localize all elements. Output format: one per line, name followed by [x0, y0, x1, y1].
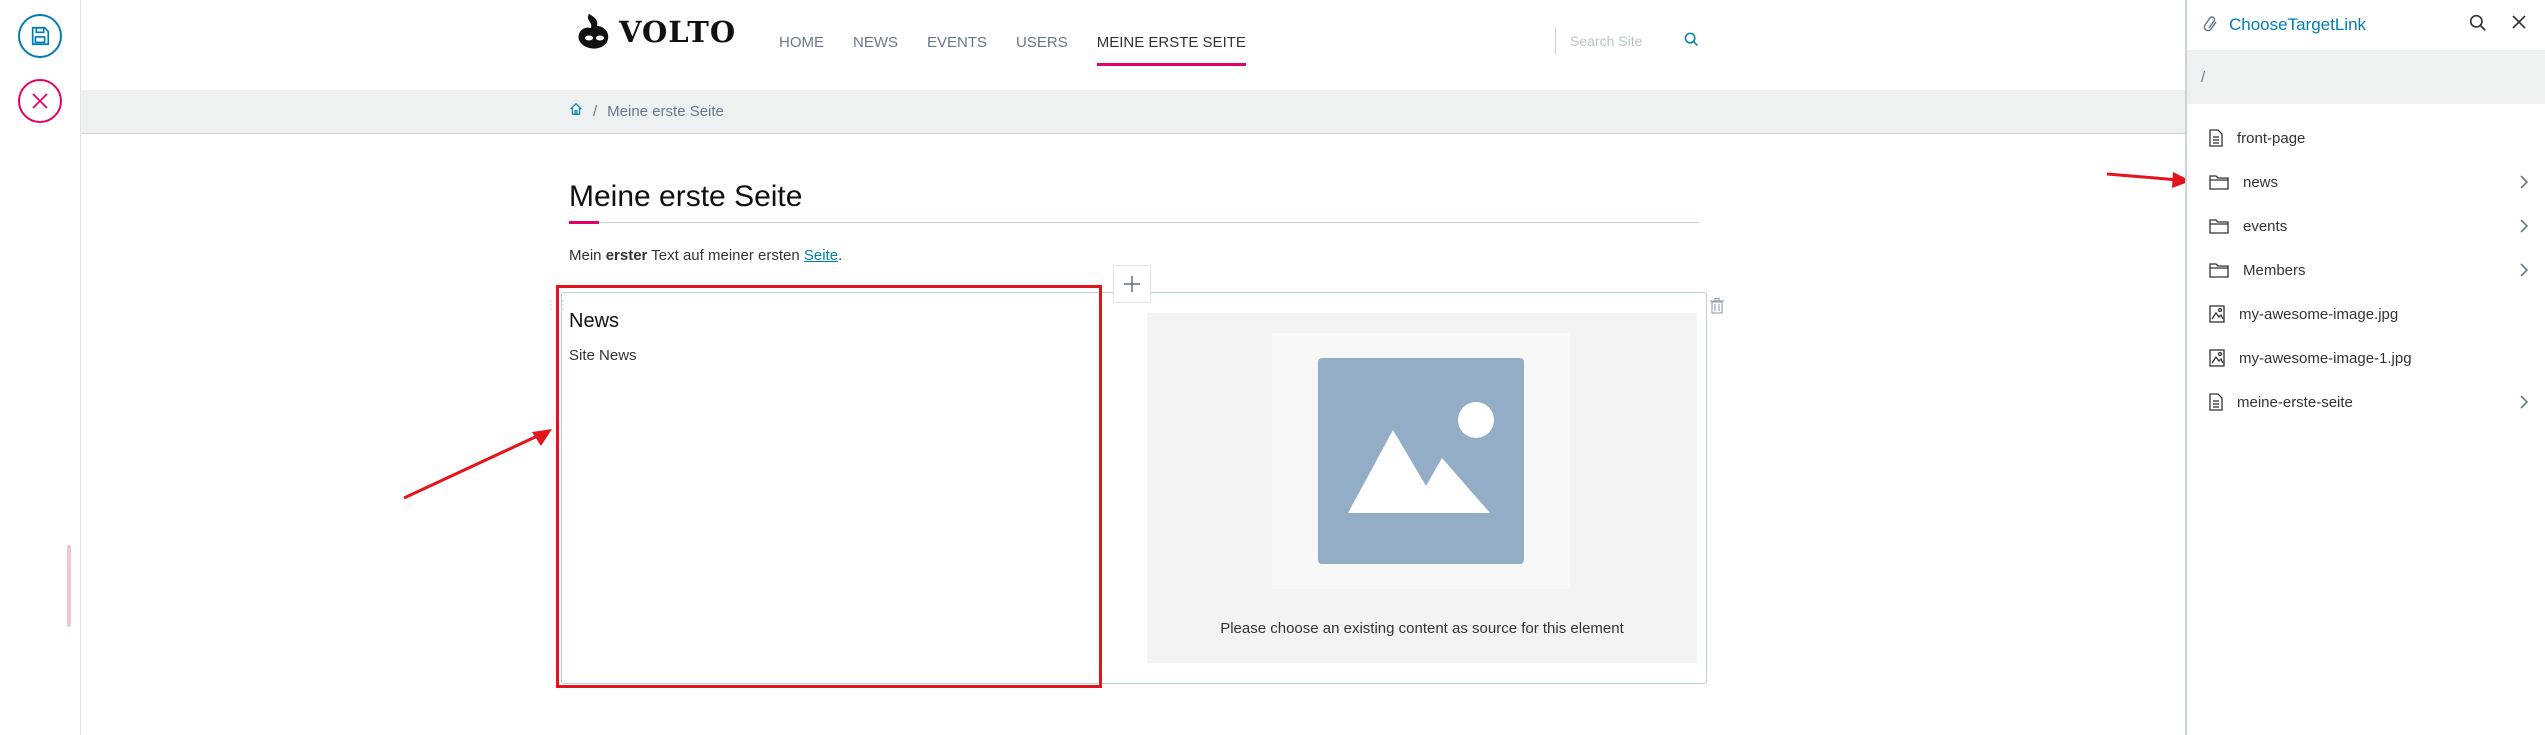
sidebar-title: ChooseTargetLink — [2229, 15, 2367, 34]
text-block-link[interactable]: Seite — [804, 247, 838, 264]
annotation-arrow-right — [2106, 172, 2191, 188]
sidebar-item-my-awesome-image[interactable]: my-awesome-image.jpg — [2187, 292, 2545, 336]
main-navigation: HOME NEWS EVENTS USERS MEINE ERSTE SEITE — [779, 20, 1275, 66]
sidebar-current-path: / — [2187, 50, 2545, 104]
sidebar-item-list: front-page news events Members my-awesom… — [2187, 104, 2545, 424]
nav-item-meine-erste-seite[interactable]: MEINE ERSTE SEITE — [1096, 20, 1246, 66]
save-button[interactable] — [18, 14, 62, 58]
close-icon — [2512, 15, 2526, 29]
drag-handle-icon[interactable]: ⋮⋮ — [545, 298, 569, 314]
edit-toolbar — [0, 0, 81, 735]
search-input[interactable] — [1570, 33, 1680, 49]
page-content: Meine erste Seite Mein erster Text auf m… — [569, 180, 1699, 264]
sidebar-item-label: front-page — [2237, 129, 2306, 147]
choose-target-sidebar: ChooseTargetLink / front-page news event… — [2185, 0, 2545, 735]
site-logo[interactable]: VOLTO — [575, 10, 736, 54]
delete-block-button[interactable] — [1710, 297, 1724, 318]
sidebar-item-members[interactable]: Members — [2187, 248, 2545, 292]
logo-text: VOLTO — [619, 15, 737, 49]
toolbar-resize-handle[interactable] — [67, 545, 71, 627]
breadcrumb: / Meine erste Seite — [81, 90, 2185, 134]
folder-icon — [2209, 175, 2229, 190]
folder-icon — [2209, 263, 2229, 278]
volto-mask-icon — [578, 14, 609, 49]
text-block-middle: Text auf meiner ersten — [647, 247, 804, 264]
save-icon — [31, 26, 50, 46]
image-icon — [2209, 349, 2225, 367]
search-icon — [1684, 32, 1699, 46]
trash-icon — [1710, 297, 1724, 314]
search-box — [1555, 28, 1705, 54]
cancel-button[interactable] — [18, 79, 62, 123]
chevron-right-icon[interactable] — [2519, 218, 2529, 237]
sidebar-close-button[interactable] — [2511, 14, 2527, 36]
sidebar-item-front-page[interactable]: front-page — [2187, 116, 2545, 160]
image-icon — [2209, 305, 2225, 323]
search-button[interactable] — [1684, 32, 1699, 51]
sidebar-item-label: my-awesome-image.jpg — [2239, 305, 2399, 323]
sidebar-item-label: meine-erste-seite — [2237, 393, 2353, 411]
home-icon — [570, 102, 582, 115]
sidebar-item-label: news — [2243, 173, 2279, 191]
sidebar-item-label: events — [2243, 217, 2288, 235]
chevron-right-icon[interactable] — [2519, 262, 2529, 281]
main-content-area: VOLTO HOME NEWS EVENTS USERS MEINE ERSTE… — [81, 0, 2185, 735]
teaser-image-placeholder[interactable]: Please choose an existing content as sou… — [1147, 313, 1697, 663]
breadcrumb-separator: / — [593, 102, 598, 120]
placeholder-message: Please choose an existing content as sou… — [1220, 620, 1624, 637]
text-block-start: Mein — [569, 247, 606, 264]
search-icon — [2469, 14, 2486, 31]
annotation-box-teaser — [556, 285, 1102, 688]
nav-item-users[interactable]: USERS — [1016, 20, 1068, 66]
nav-item-news[interactable]: NEWS — [853, 20, 898, 66]
close-icon — [32, 93, 48, 109]
page-title[interactable]: Meine erste Seite — [569, 180, 1699, 224]
sidebar-item-news[interactable]: news — [2187, 160, 2545, 204]
breadcrumb-current: Meine erste Seite — [607, 102, 724, 120]
chevron-right-icon[interactable] — [2519, 174, 2529, 193]
annotation-arrow-left — [403, 429, 552, 500]
nav-item-events[interactable]: EVENTS — [927, 20, 987, 66]
text-block-bold: erster — [605, 247, 648, 264]
link-icon — [2203, 16, 2217, 32]
text-block-end: . — [838, 247, 843, 264]
add-block-button[interactable] — [1113, 265, 1151, 303]
folder-icon — [2209, 219, 2229, 234]
text-block[interactable]: Mein erster Text auf meiner ersten Seite… — [569, 247, 1699, 264]
sidebar-item-label: my-awesome-image-1.jpg — [2239, 349, 2412, 367]
sidebar-item-meine-erste-seite[interactable]: meine-erste-seite — [2187, 380, 2545, 424]
sidebar-search-button[interactable] — [2469, 14, 2487, 36]
sidebar-item-events[interactable]: events — [2187, 204, 2545, 248]
sidebar-item-label: Members — [2243, 261, 2306, 279]
sidebar-item-my-awesome-image-1[interactable]: my-awesome-image-1.jpg — [2187, 336, 2545, 380]
image-placeholder-frame — [1272, 333, 1570, 589]
document-icon — [2209, 393, 2223, 411]
site-header: VOLTO HOME NEWS EVENTS USERS MEINE ERSTE… — [81, 0, 2185, 90]
image-placeholder-icon — [1318, 358, 1524, 564]
sidebar-header: ChooseTargetLink — [2187, 0, 2545, 50]
chevron-right-icon[interactable] — [2519, 394, 2529, 413]
breadcrumb-home[interactable] — [569, 102, 583, 120]
nav-item-home[interactable]: HOME — [779, 20, 824, 66]
document-icon — [2209, 129, 2223, 147]
plus-icon — [1124, 276, 1140, 292]
